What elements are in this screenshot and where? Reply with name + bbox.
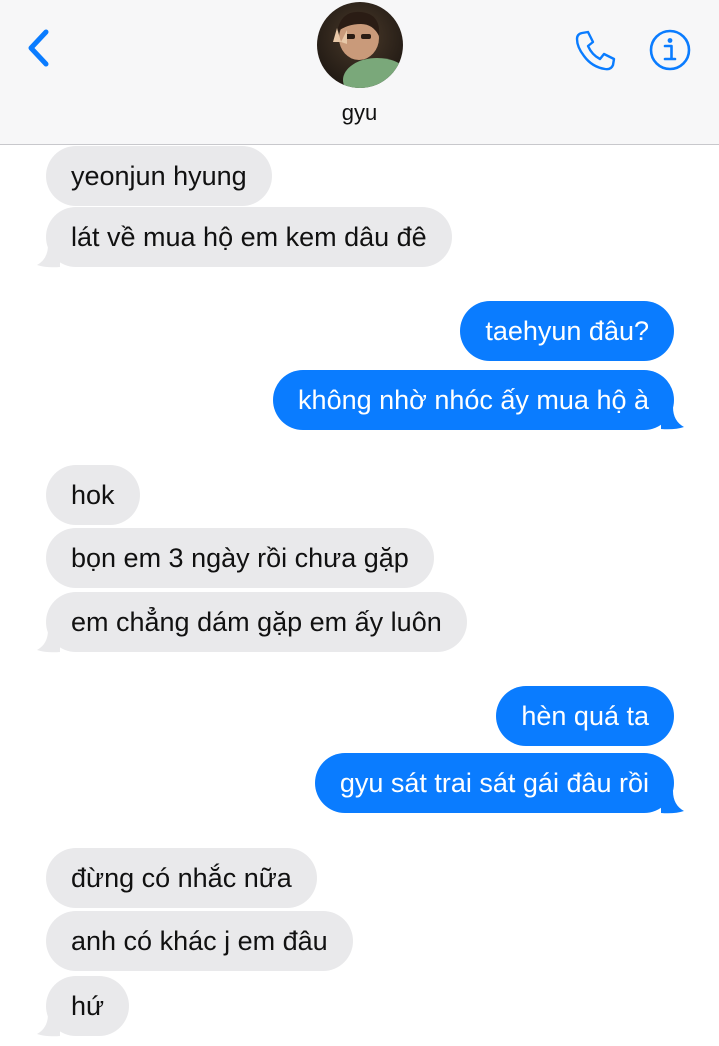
received-bubble-tail	[37, 630, 60, 653]
sent-message[interactable]: hèn quá ta	[496, 686, 674, 746]
call-button[interactable]	[572, 28, 618, 74]
received-message[interactable]: bọn em 3 ngày rồi chưa gặp	[46, 528, 434, 588]
chevron-left-icon	[28, 29, 49, 67]
sent-bubble-tail	[661, 407, 684, 430]
sent-message[interactable]: gyu sát trai sát gái đâu rồi	[314, 753, 674, 813]
avatar-photo	[317, 2, 403, 88]
received-message[interactable]: em chẳng dám gặp em ấy luôn	[46, 592, 467, 652]
info-button[interactable]	[648, 28, 692, 72]
received-message[interactable]: yeonjun hyung	[46, 146, 272, 206]
info-icon	[649, 29, 691, 71]
phone-icon	[575, 30, 616, 71]
received-message[interactable]: anh có khác j em đâu	[46, 911, 353, 971]
sent-message[interactable]: taehyun đâu?	[460, 301, 674, 361]
conversation-header: gyu	[0, 0, 719, 145]
received-bubble-tail	[37, 245, 60, 268]
received-message[interactable]: hok	[46, 465, 140, 525]
received-bubble-tail	[37, 1014, 60, 1037]
avatar[interactable]	[317, 2, 403, 88]
sent-bubble-tail	[661, 791, 684, 814]
back-button[interactable]	[22, 26, 56, 70]
contact-name[interactable]: gyu	[0, 100, 719, 126]
received-message[interactable]: lát về mua hộ em kem dâu đê	[46, 207, 452, 267]
received-message[interactable]: đừng có nhắc nữa	[46, 848, 317, 908]
sent-message[interactable]: không nhờ nhóc ấy mua hộ à	[273, 370, 674, 430]
